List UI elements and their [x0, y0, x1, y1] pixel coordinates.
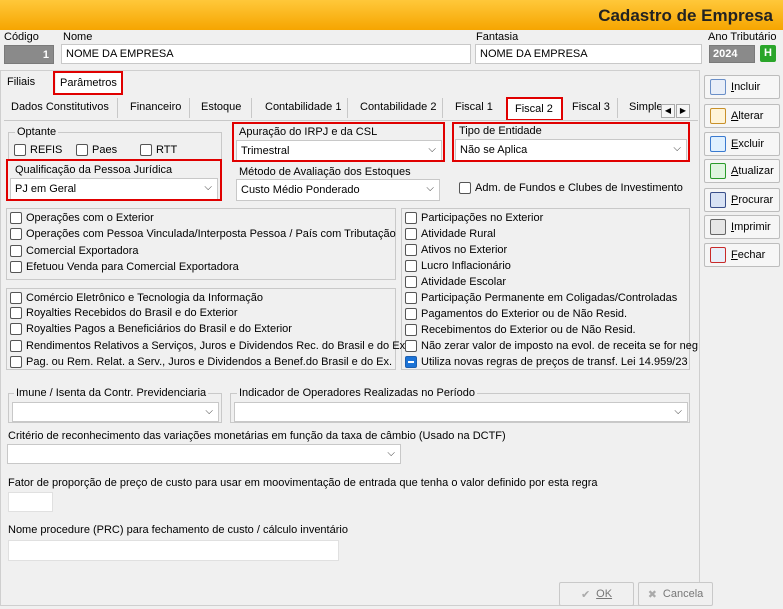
nome-label: Nome [63, 31, 93, 43]
fantasia-field[interactable]: NOME DA EMPRESA [475, 44, 702, 64]
chevron-down-icon: ⌵ [426, 183, 434, 194]
check-royalties-pagos[interactable]: Royalties Pagos a Beneficiários do Brasi… [10, 323, 292, 335]
excluir-button[interactable]: Excluir [704, 132, 780, 156]
history-button[interactable]: H [760, 45, 776, 62]
tab-scroll-right-icon[interactable]: ▶ [676, 104, 690, 118]
nome-proc-label: Nome procedure (PRC) para fechamento de … [8, 524, 348, 536]
imune-label: Imune / Isenta da Contr. Previdenciaria [14, 387, 209, 399]
paes-checkbox[interactable]: Paes [76, 144, 117, 156]
highlight-fiscal-2 [506, 97, 563, 121]
printer-icon [710, 219, 726, 235]
ok-button[interactable]: ✔ OK [559, 582, 634, 606]
fechar-button[interactable]: Fechar [704, 243, 780, 267]
highlight-tipo-entidade [452, 122, 690, 162]
adm-fundos-checkbox[interactable]: Adm. de Fundos e Clubes de Investimento [459, 182, 683, 194]
procurar-button[interactable]: Procurar [704, 188, 780, 212]
tab-financeiro[interactable]: Financeiro [130, 101, 181, 113]
delete-icon [710, 136, 726, 152]
codigo-label: Código [4, 31, 39, 43]
check-comercio-eletronico[interactable]: Comércio Eletrônico e Tecnologia da Info… [10, 292, 263, 304]
check-pagamentos-exterior[interactable]: Pagamentos do Exterior ou de Não Resid. [405, 308, 627, 320]
fator-field[interactable] [8, 492, 53, 512]
check-operacoes-exterior[interactable]: Operações com o Exterior [10, 212, 154, 224]
chevron-down-icon: ⌵ [674, 406, 682, 417]
ano-label: Ano Tributário [708, 31, 777, 43]
check-novas-regras-precos[interactable]: Utiliza novas regras de preços de transf… [405, 356, 688, 368]
incluir-button[interactable]: Incluir [704, 75, 780, 99]
imprimir-button[interactable]: Imprimir [704, 215, 780, 239]
tab-simples[interactable]: Simple [629, 101, 661, 113]
alterar-button[interactable]: Alterar [704, 104, 780, 128]
tab-estoque[interactable]: Estoque [201, 101, 241, 113]
atualizar-button[interactable]: Atualizar [704, 159, 780, 183]
close-window-icon [710, 247, 726, 263]
tab-fiscal-1[interactable]: Fiscal 1 [455, 101, 493, 113]
codigo-field[interactable]: 1 [4, 45, 54, 64]
chevron-down-icon: ⌵ [205, 406, 213, 417]
tab-contabilidade-1[interactable]: Contabilidade 1 [265, 101, 341, 113]
refresh-icon [710, 163, 726, 179]
check-lucro-inflacionario[interactable]: Lucro Inflacionário [405, 260, 511, 272]
highlight-apuracao [232, 122, 445, 162]
tab-filiais[interactable]: Filiais [7, 76, 35, 88]
check-rendimentos-servicos[interactable]: Rendimentos Relativos a Serviços, Juros … [10, 340, 408, 352]
check-participacoes-exterior[interactable]: Participações no Exterior [405, 212, 543, 224]
imune-select[interactable]: ⌵ [12, 402, 219, 422]
check-recebimentos-exterior[interactable]: Recebimentos do Exterior ou de Não Resid… [405, 324, 636, 336]
check-participacao-coligadas[interactable]: Participação Permanente em Coligadas/Con… [405, 292, 677, 304]
indicador-select[interactable]: ⌵ [234, 402, 688, 422]
edit-icon [710, 108, 726, 124]
check-pessoa-vinculada[interactable]: Operações com Pessoa Vinculada/Interpost… [10, 228, 396, 240]
criterio-label: Critério de reconhecimento das variações… [8, 430, 506, 442]
fator-label: Fator de proporção de preço de custo par… [8, 477, 598, 489]
fantasia-label: Fantasia [476, 31, 519, 43]
chevron-down-icon: ⌵ [387, 448, 395, 459]
check-atividade-escolar[interactable]: Atividade Escolar [405, 276, 506, 288]
check-royalties-recebidos[interactable]: Royalties Recebidos do Brasil e do Exter… [10, 307, 238, 319]
check-venda-comercial-exportadora[interactable]: Efetuou Venda para Comercial Exportadora [10, 261, 239, 273]
check-pag-rem-servicos[interactable]: Pag. ou Rem. Relat. a Serv., Juros e Div… [10, 356, 392, 368]
check-icon: ✔ [580, 588, 591, 601]
binoculars-icon [710, 192, 726, 208]
check-atividade-rural[interactable]: Atividade Rural [405, 228, 496, 240]
title-bar: Cadastro de Empresa [0, 0, 783, 30]
add-doc-icon [710, 79, 726, 95]
cancel-button[interactable]: ✖ Cancela [638, 582, 713, 606]
cancel-icon: ✖ [647, 588, 657, 601]
check-ativos-exterior[interactable]: Ativos no Exterior [405, 244, 507, 256]
refis-checkbox[interactable]: REFIS [14, 144, 62, 156]
tab-contabilidade-2[interactable]: Contabilidade 2 [360, 101, 436, 113]
nome-proc-field[interactable] [8, 540, 339, 561]
tab-dados-constitutivos[interactable]: Dados Constitutivos [11, 101, 109, 113]
optante-label: Optante [15, 126, 59, 138]
check-comercial-exportadora[interactable]: Comercial Exportadora [10, 245, 139, 257]
nome-field[interactable]: NOME DA EMPRESA [61, 44, 471, 64]
tab-scroll-left-icon[interactable]: ◀ [661, 104, 675, 118]
window-title: Cadastro de Empresa [598, 6, 773, 25]
indicador-label: Indicador de Operadores Realizadas no Pe… [237, 387, 478, 399]
metodo-select[interactable]: Custo Médio Ponderado ⌵ [236, 179, 440, 201]
highlight-qualificacao [6, 159, 222, 201]
criterio-select[interactable]: ⌵ [7, 444, 401, 464]
ano-field[interactable]: 2024 [709, 45, 755, 63]
check-nao-zerar-imposto[interactable]: Não zerar valor de imposto na evol. de r… [405, 340, 698, 352]
rtt-checkbox[interactable]: RTT [140, 144, 177, 156]
tab-fiscal-3[interactable]: Fiscal 3 [572, 101, 610, 113]
highlight-parametros [53, 71, 123, 95]
metodo-label: Método de Avaliação dos Estoques [239, 166, 411, 178]
